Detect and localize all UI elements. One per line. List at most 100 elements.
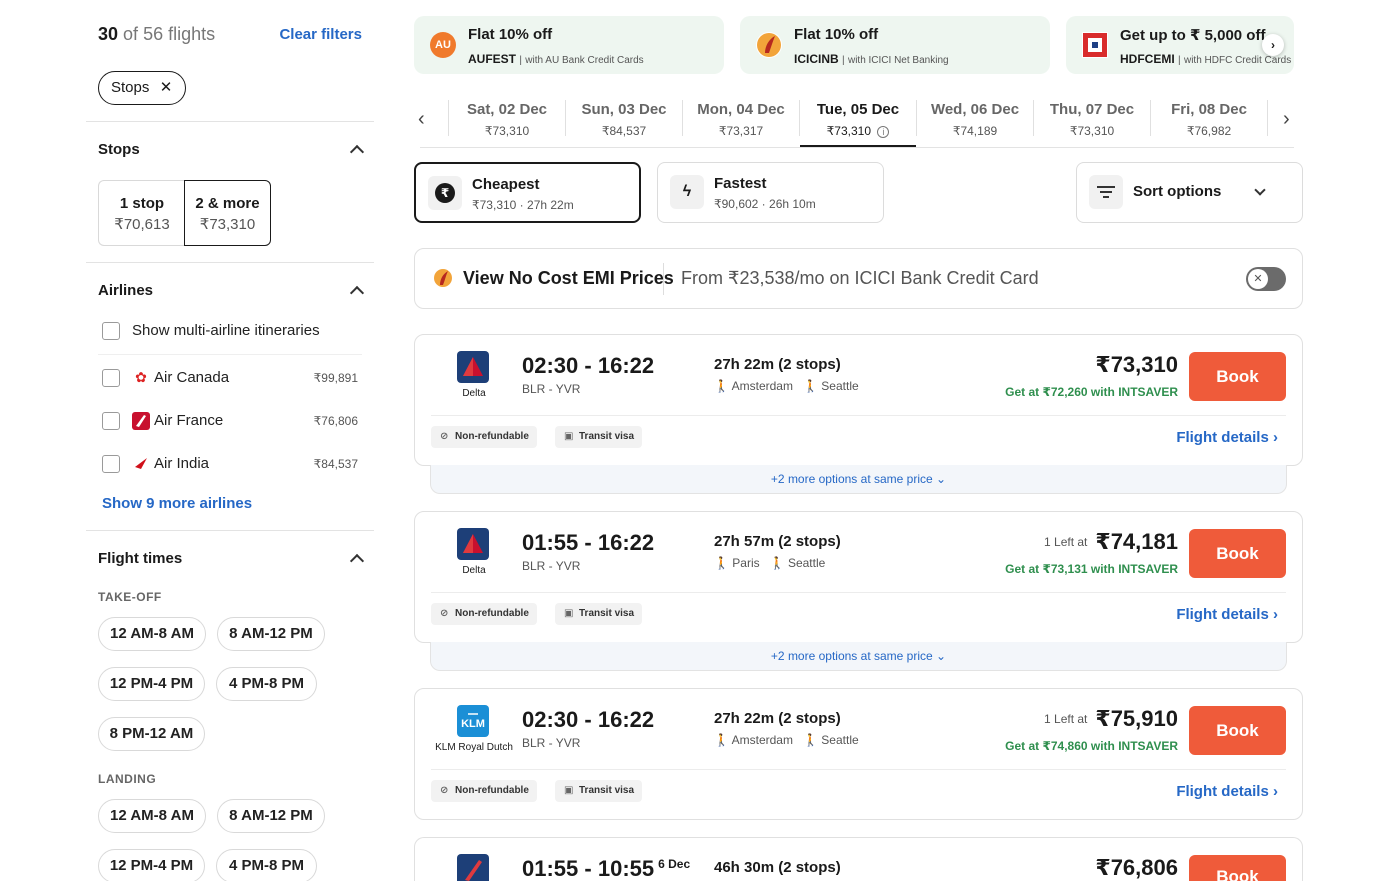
offer-title: Get up to ₹ 5,000 off	[1120, 27, 1266, 44]
layover-city: Amsterdam	[731, 379, 793, 393]
flight-price-row: 1 Left at ₹74,181	[1044, 529, 1178, 555]
takeoff-slot-chip[interactable]: 12 AM-8 AM	[98, 617, 206, 651]
takeoff-slot-chip[interactable]: 8 AM-12 PM	[217, 617, 325, 651]
book-button[interactable]: Book	[1189, 706, 1286, 755]
sort-fastest-card[interactable]: ϟ Fastest ₹90,602 · 26h 10m	[657, 162, 884, 223]
arrival-time: 16:22	[597, 530, 655, 555]
airline-logo-svg	[465, 860, 482, 881]
klm-logo-icon: KLM	[457, 705, 489, 737]
layover-cities: 🚶 Amsterdam 🚶 Seattle	[714, 733, 859, 747]
airline-checkbox-air-france[interactable]	[102, 412, 120, 430]
sort-cheapest-card[interactable]: ₹ Cheapest ₹73,310 · 27h 22m	[414, 162, 641, 223]
layover-cities: 🚶 Paris 🚶 Seattle	[714, 556, 825, 570]
date-option[interactable]: Sat, 02 Dec ₹73,310	[449, 98, 565, 148]
more-options-link[interactable]: +2 more options at same price ⌄	[430, 465, 1287, 494]
transit-visa-tag: ▣ Transit visa	[555, 603, 643, 625]
flight-duration: 27h 22m (2 stops)	[714, 710, 841, 727]
flight-route: BLR - YVR	[522, 736, 581, 750]
date-option-selected[interactable]: Tue, 05 Dec ₹73,310 i	[800, 98, 916, 148]
airline-name: KLM Royal Dutch	[435, 742, 513, 753]
passport-icon: ▣	[564, 608, 574, 619]
takeoff-slot-chip[interactable]: 8 PM-12 AM	[98, 717, 205, 751]
flight-route: BLR - YVR	[522, 382, 581, 396]
flight-details-link[interactable]: Flight details ›	[1176, 429, 1278, 446]
date-option[interactable]: Mon, 04 Dec ₹73,317	[683, 98, 799, 148]
multi-airline-checkbox[interactable]	[102, 322, 120, 340]
air-india-logo-icon	[132, 455, 150, 473]
airline-logo-icon	[457, 854, 489, 881]
book-button[interactable]: Book	[1189, 352, 1286, 401]
flight-duration: 27h 22m (2 stops)	[714, 356, 841, 373]
active-filter-chip-stops[interactable]: Stops ✕	[98, 71, 187, 105]
stops-section-title: Stops	[98, 141, 140, 158]
airline-price: ₹84,537	[313, 457, 358, 471]
stop-option-label: 2 & more	[195, 195, 260, 212]
landing-slot-chip[interactable]: 12 AM-8 AM	[98, 799, 206, 833]
departure-time: 01:55	[522, 856, 579, 881]
arrival-date-note: 6 Dec	[658, 857, 691, 871]
offer-card-au[interactable]: AU Flat 10% off AUFEST | with AU Bank Cr…	[414, 16, 724, 74]
sort-options-label: Sort options	[1133, 183, 1222, 200]
sort-card-title: Cheapest	[472, 176, 540, 193]
intsaver-offer: Get at ₹74,860 with INTSAVER	[1005, 739, 1178, 753]
sort-options-dropdown[interactable]: Sort options	[1076, 162, 1303, 223]
info-icon[interactable]: i	[877, 126, 890, 138]
card-divider	[431, 769, 1286, 770]
landing-slot-chip[interactable]: 4 PM-8 PM	[216, 849, 317, 881]
book-button[interactable]: Book	[1189, 529, 1286, 578]
flight-price: ₹76,806	[1095, 855, 1178, 880]
airline-checkbox-air-canada[interactable]	[102, 369, 120, 387]
layover-city: Paris	[732, 556, 760, 570]
flight-card[interactable]: KLM KLM Royal Dutch 02:30 - 16:22 BLR - …	[414, 688, 1303, 820]
flight-card[interactable]: Delta 01:55 - 16:22 BLR - YVR 27h 57m (2…	[414, 511, 1303, 643]
remove-chip-icon[interactable]: ✕	[160, 72, 173, 104]
emi-banner[interactable]: View No Cost EMI Prices From ₹23,538/mo …	[414, 248, 1303, 309]
date-price: ₹73,310	[826, 124, 871, 138]
clear-filters-link[interactable]: Clear filters	[279, 26, 362, 43]
flight-card[interactable]: Delta 02:30 - 16:22 BLR - YVR 27h 22m (2…	[414, 334, 1303, 466]
flight-times-section-title: Flight times	[98, 550, 183, 567]
landing-slot-chip[interactable]: 12 PM-4 PM	[98, 849, 205, 881]
stop-option-2-more[interactable]: 2 & more ₹73,310	[184, 180, 271, 246]
date-option[interactable]: Wed, 06 Dec ₹74,189	[917, 98, 1033, 148]
flight-duration: 46h 30m (2 stops)	[714, 859, 841, 876]
no-refund-icon: ⊘	[440, 608, 449, 619]
walk-icon: 🚶	[714, 556, 729, 570]
non-refundable-tag: ⊘ Non-refundable	[431, 426, 537, 448]
landing-slot-chip[interactable]: 8 AM-12 PM	[217, 799, 325, 833]
flight-price: ₹74,181	[1095, 529, 1178, 554]
offers-next-icon[interactable]: ›	[1262, 34, 1284, 56]
show-more-airlines-link[interactable]: Show 9 more airlines	[102, 495, 252, 512]
emi-toggle[interactable]: ✕	[1246, 267, 1286, 291]
more-options-link[interactable]: +2 more options at same price ⌄	[430, 642, 1287, 671]
date-price: ₹73,310	[484, 124, 530, 138]
date-day: Mon, 04 Dec	[697, 101, 785, 118]
flight-price: ₹75,910	[1095, 706, 1178, 731]
date-option[interactable]: Fri, 08 Dec ₹76,982	[1151, 98, 1267, 148]
date-option[interactable]: Sun, 03 Dec ₹84,537	[566, 98, 682, 148]
stop-option-1-stop[interactable]: 1 stop ₹70,613	[98, 180, 185, 246]
airline-checkbox-air-india[interactable]	[102, 455, 120, 473]
non-refundable-tag: ⊘ Non-refundable	[431, 603, 537, 625]
collapse-flight-times-icon[interactable]	[349, 553, 365, 569]
sort-card-title: Fastest	[714, 175, 767, 192]
takeoff-slot-chip[interactable]: 4 PM-8 PM	[216, 667, 317, 701]
departure-time: 02:30	[522, 353, 579, 378]
offer-code-line: AUFEST | with AU Bank Credit Cards	[468, 52, 644, 66]
collapse-stops-icon[interactable]	[349, 144, 365, 160]
flight-duration: 27h 57m (2 stops)	[714, 533, 841, 550]
offer-sep: |	[1178, 55, 1181, 66]
book-button[interactable]: Book	[1189, 855, 1286, 881]
dates-next-icon[interactable]: ›	[1283, 108, 1290, 131]
date-option[interactable]: Thu, 07 Dec ₹73,310	[1034, 98, 1150, 148]
date-strip-underline	[420, 147, 1294, 148]
offer-card-icici[interactable]: Flat 10% off ICICINB | with ICICI Net Ba…	[740, 16, 1050, 74]
dates-prev-icon[interactable]: ‹	[418, 108, 425, 131]
collapse-airlines-icon[interactable]	[349, 285, 365, 301]
offer-card-hdfc[interactable]: Get up to ₹ 5,000 off HDFCEMI | with HDF…	[1066, 16, 1294, 74]
flight-card[interactable]: 01:55 - 10:55 6 Dec 46h 30m (2 stops) ₹76…	[414, 837, 1303, 881]
divider	[86, 262, 374, 263]
flight-details-link[interactable]: Flight details ›	[1176, 606, 1278, 623]
takeoff-slot-chip[interactable]: 12 PM-4 PM	[98, 667, 205, 701]
flight-details-link[interactable]: Flight details ›	[1176, 783, 1278, 800]
